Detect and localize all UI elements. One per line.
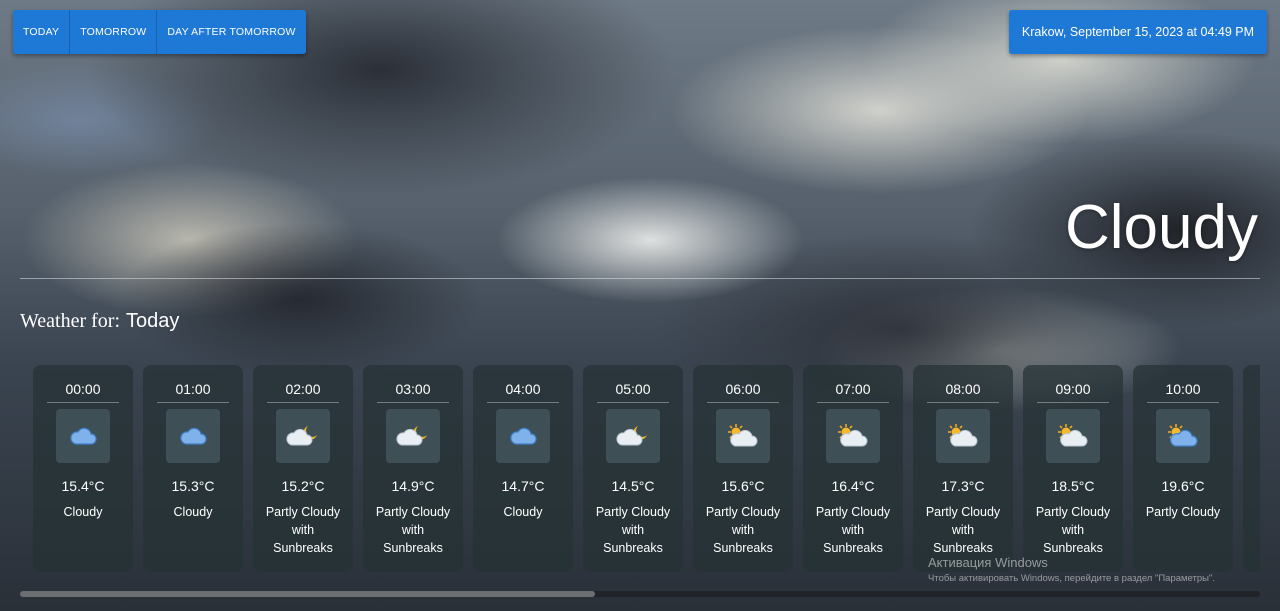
- sun-cloud-icon: [716, 409, 770, 463]
- hour-divider: [927, 402, 999, 403]
- hour-temperature: 15.4°C: [61, 478, 105, 494]
- hour-divider: [47, 402, 119, 403]
- hour-temperature: 16.4°C: [831, 478, 875, 494]
- hour-divider: [377, 402, 449, 403]
- hour-divider: [597, 402, 669, 403]
- hour-temperature: 14.5°C: [611, 478, 655, 494]
- hour-divider: [487, 402, 559, 403]
- hour-divider: [267, 402, 339, 403]
- weather-for-day: Today: [126, 310, 180, 332]
- cloud-icon: [496, 409, 550, 463]
- hour-temperature: 15.6°C: [721, 478, 765, 494]
- hour-divider: [707, 402, 779, 403]
- sun-cloud-icon: [1046, 409, 1100, 463]
- hour-divider: [157, 402, 229, 403]
- hour-card[interactable]: 05:00 14.5°C Partly Cloudy with Sunbreaks: [583, 365, 683, 572]
- hour-time: 06:00: [725, 381, 761, 397]
- hour-condition: Partly Cloudy with Sunbreaks: [925, 505, 1001, 555]
- hour-divider: [817, 402, 889, 403]
- hour-card[interactable]: 08:00 17.3°C Partly Cloudy with Sunbreaks: [913, 365, 1013, 572]
- hour-time: 05:00: [615, 381, 651, 397]
- hour-divider: [1147, 402, 1219, 403]
- hour-temperature: 19.6°C: [1161, 478, 1205, 494]
- hour-card[interactable]: 07:00 16.4°C Partly Cloudy with Sunbreaks: [803, 365, 903, 572]
- hour-card[interactable]: 06:00 15.6°C Partly Cloudy with Sunbreaks: [693, 365, 793, 572]
- hour-card[interactable]: 10:00 19.6°C Partly Cloudy: [1133, 365, 1233, 572]
- sun-cloud-icon: [826, 409, 880, 463]
- tab-tomorrow[interactable]: TOMORROW: [70, 10, 158, 54]
- hour-card[interactable]: 00:00 15.4°C Cloudy: [33, 365, 133, 572]
- cloud-moon-icon: [606, 409, 660, 463]
- cloud-icon: [56, 409, 110, 463]
- tab-day-after-tomorrow[interactable]: DAY AFTER TOMORROW: [157, 10, 305, 54]
- location-datetime-button[interactable]: Krakow, September 15, 2023 at 04:49 PM: [1008, 10, 1267, 54]
- weather-for-label: Weather for:: [20, 310, 120, 332]
- hour-condition: Cloudy: [63, 505, 103, 519]
- tab-today[interactable]: TODAY: [13, 10, 71, 54]
- sun-cloud-icon: [936, 409, 990, 463]
- hour-card[interactable]: 09:00 18.5°C Partly Cloudy with Sunbreaks: [1023, 365, 1123, 572]
- hour-condition: Partly Cloudy with Sunbreaks: [815, 505, 891, 555]
- hour-time: 01:00: [175, 381, 211, 397]
- hour-condition: Cloudy: [173, 505, 213, 519]
- hour-time: 09:00: [1055, 381, 1091, 397]
- hour-condition: Partly Cloudy with Sunbreaks: [265, 505, 341, 555]
- hour-divider: [1037, 402, 1109, 403]
- hour-temperature: 17.3°C: [941, 478, 985, 494]
- hour-time: 02:00: [285, 381, 321, 397]
- sun-blue-cloud-icon: [1156, 409, 1210, 463]
- hour-temperature: 14.9°C: [391, 478, 435, 494]
- divider: [20, 278, 1260, 279]
- scrollbar-thumb[interactable]: [20, 591, 595, 597]
- hour-card[interactable]: 01:00 15.3°C Cloudy: [143, 365, 243, 572]
- watermark-subtitle: Чтобы активировать Windows, перейдите в …: [928, 573, 1215, 584]
- horizontal-scrollbar[interactable]: [20, 591, 1260, 597]
- hour-temperature: 18.5°C: [1051, 478, 1095, 494]
- hour-card[interactable]: 03:00 14.9°C Partly Cloudy with Sunbreaks: [363, 365, 463, 572]
- windows-activation-watermark: Активация Windows Чтобы активировать Win…: [928, 555, 1215, 584]
- hour-condition: Partly Cloudy with Sunbreaks: [375, 505, 451, 555]
- watermark-title: Активация Windows: [928, 555, 1048, 570]
- hour-condition: Partly Cloudy with Sunbreaks: [1035, 505, 1111, 555]
- hour-card[interactable]: 02:00 15.2°C Partly Cloudy with Sunbreaks: [253, 365, 353, 572]
- hour-time: 00:00: [65, 381, 101, 397]
- hour-condition: Partly Cloudy: [1145, 505, 1221, 519]
- hour-time: 08:00: [945, 381, 981, 397]
- weather-for-heading: Weather for: Today: [20, 310, 179, 333]
- cloud-icon: [166, 409, 220, 463]
- hour-time: 04:00: [505, 381, 541, 397]
- cloud-moon-icon: [276, 409, 330, 463]
- hour-temperature: 15.3°C: [171, 478, 215, 494]
- hour-time: 10:00: [1165, 381, 1201, 397]
- hour-time: 03:00: [395, 381, 431, 397]
- hour-card[interactable]: 04:00 14.7°C Cloudy: [473, 365, 573, 572]
- day-tabs: TODAY TOMORROW DAY AFTER TOMORROW: [13, 10, 306, 54]
- hour-condition: Partly Cloudy with Sunbreaks: [595, 505, 671, 555]
- hour-card-partial[interactable]: [1243, 365, 1260, 572]
- hour-condition: Partly Cloudy with Sunbreaks: [705, 505, 781, 555]
- current-condition-title: Cloudy: [1065, 193, 1258, 262]
- hourly-forecast-strip[interactable]: 00:00 15.4°C Cloudy 01:00 15.3°C Cloudy 02:00 1…: [33, 365, 1260, 572]
- hour-time: 07:00: [835, 381, 871, 397]
- hour-temperature: 14.7°C: [501, 478, 545, 494]
- hour-temperature: 15.2°C: [281, 478, 325, 494]
- cloud-moon-icon: [386, 409, 440, 463]
- hour-condition: Cloudy: [503, 505, 543, 519]
